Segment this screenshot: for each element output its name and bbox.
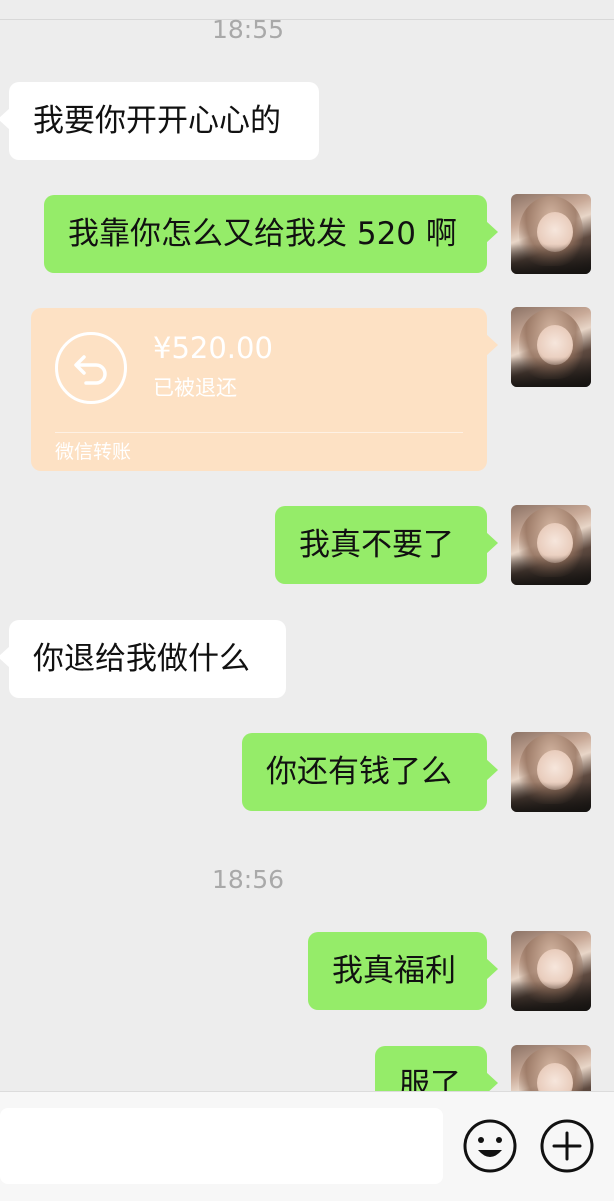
message-bubble-incoming[interactable]: 我要你开开心心的 [0, 82, 319, 160]
avatar[interactable] [511, 307, 591, 387]
transfer-card[interactable]: ¥520.00 已被退还 微信转账 [31, 308, 498, 471]
avatar[interactable] [511, 931, 591, 1011]
message-bubble-outgoing[interactable]: 你还有钱了么 [242, 733, 498, 811]
message-bubble-outgoing[interactable]: 我真不要了 [275, 506, 498, 584]
message-text: 你还有钱了么 [266, 754, 452, 790]
emoji-icon[interactable] [450, 1106, 530, 1186]
message-bubble-incoming[interactable]: 你退给我做什么 [0, 620, 286, 698]
message-text: 我真不要了 [299, 527, 454, 563]
plus-icon[interactable] [527, 1106, 607, 1186]
message-text: 你退给我做什么 [33, 641, 250, 677]
transfer-label: 微信转账 [55, 441, 132, 463]
message-text: 我要你开开心心的 [33, 103, 281, 139]
avatar[interactable] [511, 732, 591, 812]
timestamp: 18:55 [211, 15, 285, 44]
message-bubble-outgoing[interactable]: 我真福利 [308, 932, 498, 1010]
avatar[interactable] [511, 194, 591, 274]
input-bar [0, 1091, 614, 1201]
message-text: 我靠你怎么又给我发 520 啊 [68, 216, 457, 252]
transfer-divider [55, 432, 463, 433]
return-arrow-icon [55, 332, 127, 404]
message-text: 我真福利 [332, 953, 456, 989]
transfer-amount: ¥520.00 [153, 331, 273, 365]
message-bubble-outgoing[interactable]: 我靠你怎么又给我发 520 啊 [44, 195, 498, 273]
transfer-status: 已被退还 [153, 376, 237, 400]
timestamp: 18:56 [211, 865, 285, 894]
avatar[interactable] [511, 505, 591, 585]
message-input[interactable] [0, 1108, 443, 1184]
